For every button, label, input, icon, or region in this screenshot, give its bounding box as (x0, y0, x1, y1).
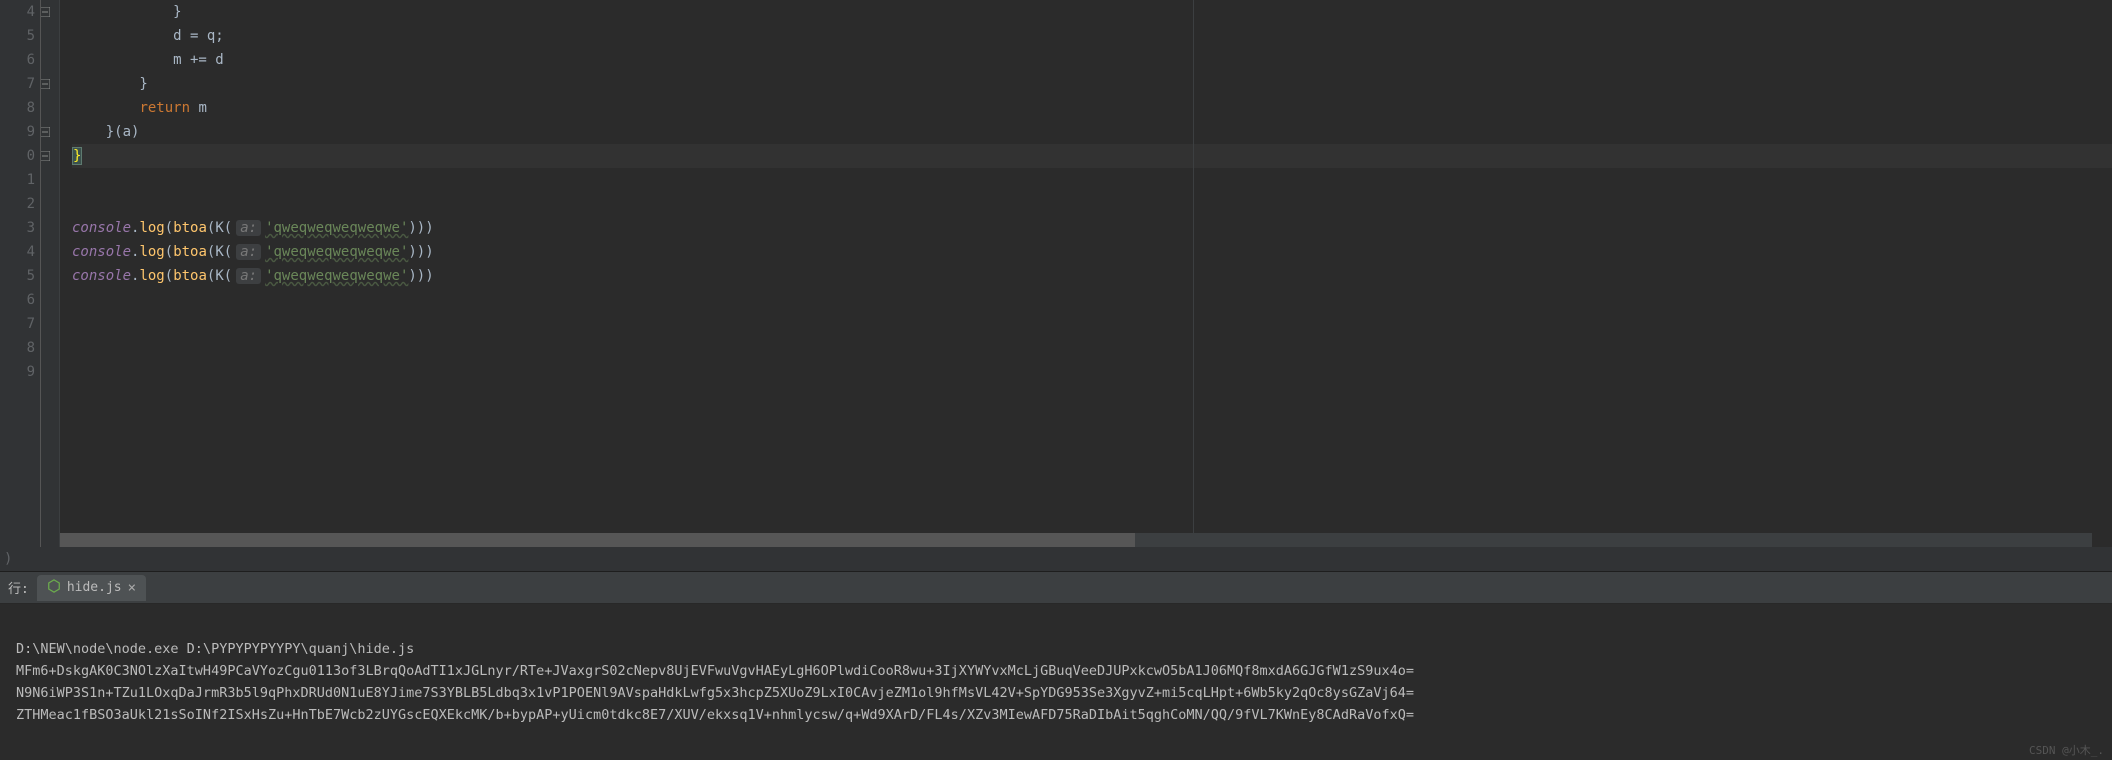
close-icon[interactable]: × (128, 580, 136, 596)
code-line[interactable]: m += d (72, 48, 2112, 72)
editor-pane: 4 5 6 7 8 9 0 1 2 3 4 5 6 7 8 9 } d = q;… (0, 0, 2112, 547)
code-line[interactable]: }(a) (72, 120, 2112, 144)
horizontal-scrollbar[interactable] (60, 533, 2092, 547)
watermark: CSDN @小木_. (2029, 742, 2104, 758)
gutter-line[interactable]: 5 (0, 264, 51, 288)
run-tab[interactable]: hide.js × (37, 575, 146, 601)
gutter-line[interactable]: 9 (0, 360, 51, 384)
run-tabs: 行: hide.js × (0, 572, 2112, 604)
console-line: MFm6+DskgAK0C3NOlzXaItwH49PCaVYozCgu0113… (16, 663, 1414, 679)
code-editor[interactable]: } d = q; m += d } return m }(a) } consol… (60, 0, 2112, 547)
code-line[interactable]: console.log(btoa(K(a:'qweqweqweqweqwe'))… (72, 264, 2112, 288)
console-command: D:\NEW\node\node.exe D:\PYPYPYPYYPY\quan… (16, 641, 414, 657)
console-line: ZTHMeac1fBSO3aUkl21sSoINf2ISxHsZu+HnTbE7… (16, 707, 1414, 723)
console-line: N9N6iWP3S1n+TZu1LOxqDaJrmR3b5l9qPhxDRUd0… (16, 685, 1414, 701)
gutter-line[interactable]: 6 (0, 48, 51, 72)
code-line[interactable] (72, 288, 2112, 312)
gutter-bottom: ) (0, 547, 2112, 571)
gutter-line[interactable]: 4 (0, 240, 51, 264)
code-line[interactable] (72, 336, 2112, 360)
gutter-line[interactable]: 1 (0, 168, 51, 192)
scrollbar-thumb[interactable] (60, 533, 1135, 547)
gutter-line[interactable]: 7 (0, 72, 51, 96)
gutter-line[interactable]: 0 (0, 144, 51, 168)
run-panel: 行: hide.js × D:\NEW\node\node.exe D:\PYP… (0, 571, 2112, 760)
gutter-line[interactable]: 4 (0, 0, 51, 24)
gutter-line[interactable]: 8 (0, 336, 51, 360)
code-line[interactable]: console.log(btoa(K(a:'qweqweqweqweqwe'))… (72, 240, 2112, 264)
console-output[interactable]: D:\NEW\node\node.exe D:\PYPYPYPYYPY\quan… (0, 604, 2112, 760)
gutter-line[interactable]: 6 (0, 288, 51, 312)
code-line-current[interactable]: } (72, 144, 2112, 168)
code-line[interactable]: } (72, 72, 2112, 96)
code-line[interactable] (72, 360, 2112, 384)
nodejs-icon (47, 579, 61, 597)
code-line[interactable] (72, 168, 2112, 192)
code-line[interactable]: console.log(btoa(K(a:'qweqweqweqweqwe'))… (72, 216, 2112, 240)
gutter-line[interactable]: 2 (0, 192, 51, 216)
right-margin-line (1193, 0, 1194, 547)
code-line[interactable] (72, 192, 2112, 216)
run-tab-label: hide.js (67, 580, 122, 595)
run-label: 行: (8, 578, 29, 597)
gutter-line[interactable]: 9 (0, 120, 51, 144)
gutter-line[interactable]: 7 (0, 312, 51, 336)
code-line[interactable]: } (72, 0, 2112, 24)
code-line[interactable]: d = q; (72, 24, 2112, 48)
gutter: 4 5 6 7 8 9 0 1 2 3 4 5 6 7 8 9 (0, 0, 60, 547)
code-line[interactable] (72, 312, 2112, 336)
code-line[interactable]: return m (72, 96, 2112, 120)
gutter-line[interactable]: 3 (0, 216, 51, 240)
gutter-line[interactable]: 8 (0, 96, 51, 120)
gutter-line[interactable]: 5 (0, 24, 51, 48)
